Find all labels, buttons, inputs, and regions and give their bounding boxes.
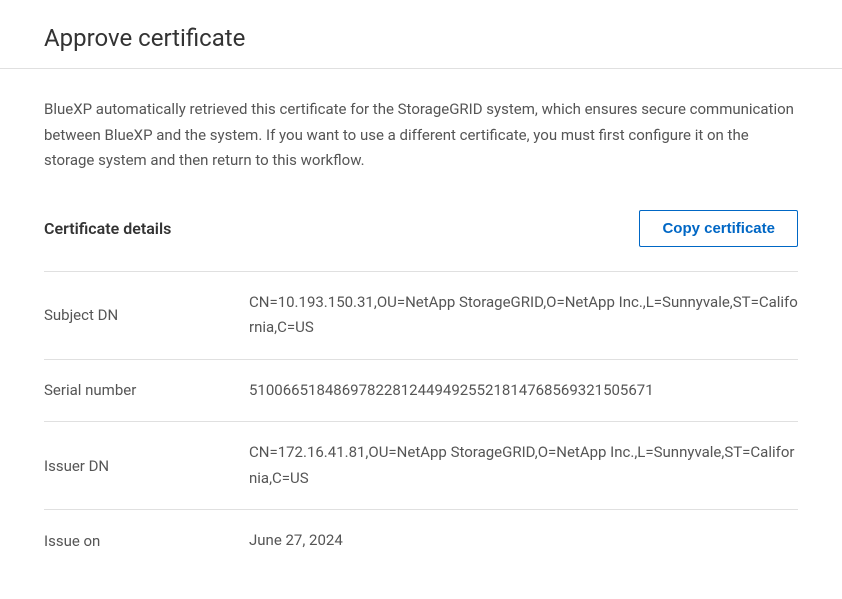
details-header: Certificate details Copy certificate (44, 210, 798, 247)
detail-label-serial-number: Serial number (44, 381, 249, 399)
copy-certificate-button[interactable]: Copy certificate (639, 210, 798, 247)
detail-row: Serial number 51006651848697822812449492… (44, 359, 798, 422)
detail-value-subject-dn: CN=10.193.150.31,OU=NetApp StorageGRID,O… (249, 290, 798, 341)
detail-label-issue-on: Issue on (44, 532, 249, 550)
detail-label-subject-dn: Subject DN (44, 306, 249, 324)
detail-row: Issue on June 27, 2024 (44, 509, 798, 572)
page-title: Approve certificate (44, 24, 798, 52)
detail-value-serial-number: 5100665184869782281244949255218147685693… (249, 378, 654, 404)
detail-row: Subject DN CN=10.193.150.31,OU=NetApp St… (44, 271, 798, 359)
detail-value-issue-on: June 27, 2024 (249, 528, 343, 554)
page-content: BlueXP automatically retrieved this cert… (0, 69, 842, 572)
detail-label-issuer-dn: Issuer DN (44, 457, 249, 475)
details-title: Certificate details (44, 219, 171, 238)
description-text: BlueXP automatically retrieved this cert… (44, 97, 798, 174)
page-header: Approve certificate (0, 0, 842, 69)
detail-row: Issuer DN CN=172.16.41.81,OU=NetApp Stor… (44, 421, 798, 509)
detail-value-issuer-dn: CN=172.16.41.81,OU=NetApp StorageGRID,O=… (249, 440, 798, 491)
